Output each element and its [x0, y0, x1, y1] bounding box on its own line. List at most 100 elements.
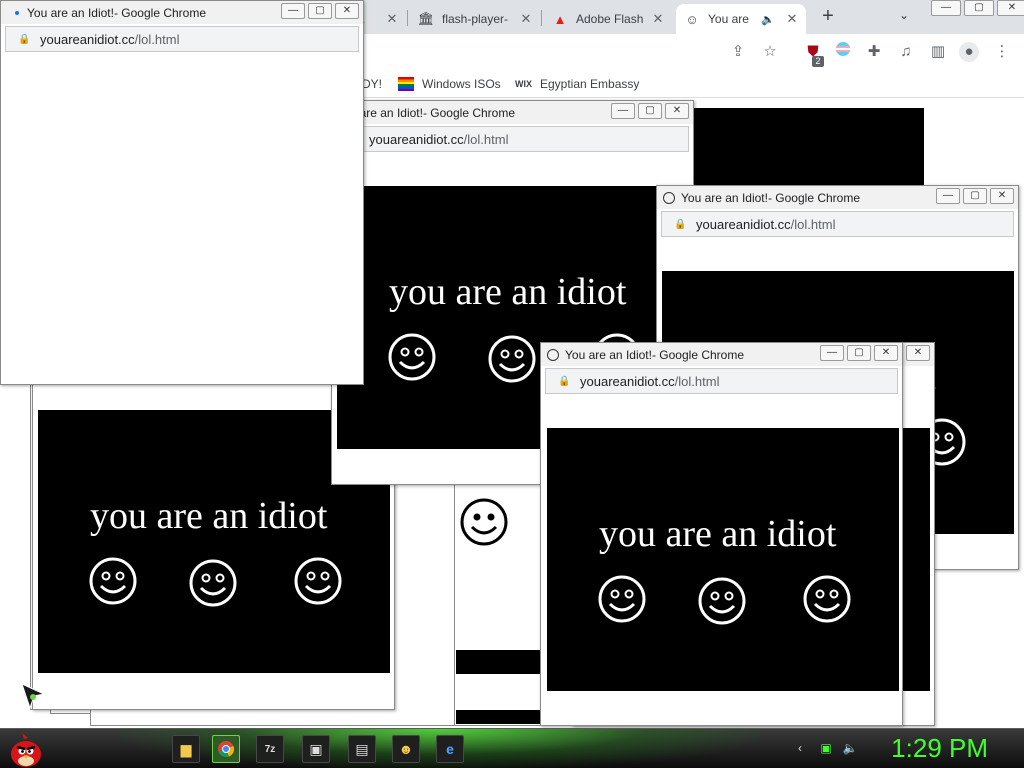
- url-path: /lol.html: [790, 216, 836, 232]
- close-icon[interactable]: ✕: [384, 11, 400, 27]
- chevron-left-icon[interactable]: ‹: [792, 741, 808, 757]
- smiley-icon: [547, 348, 559, 361]
- network-icon[interactable]: ▣: [818, 741, 834, 757]
- emoji-icon[interactable]: ☻: [392, 735, 420, 763]
- maximize-button[interactable]: ▢: [963, 188, 987, 204]
- popup-title: You are an Idiot!: [27, 5, 114, 20]
- tab-separator: [407, 10, 408, 26]
- desktop: ata ✕ 🏛 flash-player- ✕ ▲ Adobe Flash ✕ …: [0, 0, 1024, 768]
- close-icon[interactable]: ✕: [518, 11, 534, 27]
- bookmark-partial[interactable]: DY!: [362, 77, 382, 91]
- close-icon[interactable]: ✕: [784, 11, 800, 27]
- puzzle-icon[interactable]: ✚: [864, 42, 884, 62]
- popup-title: You are an Idiot!: [565, 347, 652, 362]
- idiot-message: you are an idiot: [599, 513, 837, 555]
- close-button[interactable]: ✕: [990, 188, 1014, 204]
- main-window-controls: — ▢ ✕: [928, 0, 1024, 16]
- close-button[interactable]: ✕: [665, 103, 689, 119]
- idiot-message: you are an idiot: [389, 271, 627, 313]
- popup-address-bar[interactable]: youareanidiot.cc/lol.html: [362, 126, 689, 152]
- smiley-icon: ☺: [685, 11, 699, 27]
- lock-icon: 🔒: [674, 218, 687, 230]
- bookmark-label: DY!: [362, 77, 383, 91]
- minimize-button[interactable]: —: [931, 0, 961, 16]
- minimize-button[interactable]: —: [611, 103, 635, 119]
- popup-title-bar: You are an Idiot! - Google Chrome — ▢ ✕: [541, 343, 902, 366]
- tab-label: Adobe Flash: [576, 12, 644, 26]
- popup-page: you are an idiot: [547, 428, 899, 691]
- menu-icon[interactable]: ⋮: [992, 42, 1012, 62]
- share-icon[interactable]: ⇪: [728, 42, 748, 62]
- bookmark-egyptian-embassy[interactable]: WIX Egyptian Embassy: [515, 77, 639, 91]
- folder-icon[interactable]: ▆: [172, 735, 200, 763]
- smiley-icon: [803, 575, 851, 623]
- popup-body-fragment: [694, 108, 924, 188]
- extension-badge: 2: [812, 56, 824, 67]
- avatar[interactable]: ●: [959, 42, 979, 62]
- popup-address-bar[interactable]: 🔒 youareanidiot.cc/lol.html: [5, 26, 359, 52]
- tab-adobe-flash[interactable]: ▲ Adobe Flash ✕: [544, 4, 672, 34]
- url-domain: youareanidiot.cc: [580, 373, 675, 389]
- smiley-icon: [89, 557, 137, 605]
- lock-icon: 🔒: [18, 33, 31, 45]
- tab-label: You are: [708, 12, 749, 26]
- star-icon[interactable]: ☆: [760, 42, 780, 62]
- smiley-icon: [488, 335, 536, 383]
- minimize-button[interactable]: —: [281, 3, 305, 19]
- maximize-button[interactable]: ▢: [964, 0, 994, 16]
- maximize-button[interactable]: ▢: [638, 103, 662, 119]
- tab-you-are[interactable]: ☺ You are 🔈 ✕: [676, 4, 806, 34]
- idiot-message: you are an idiot: [90, 495, 328, 537]
- wix-icon: WIX: [515, 79, 532, 89]
- volume-icon[interactable]: 🔈: [842, 741, 858, 757]
- smiley-icon: [460, 498, 508, 546]
- smiley-icon: [388, 333, 436, 381]
- bookmark-windows-isos[interactable]: Windows ISOs: [398, 77, 501, 91]
- close-button[interactable]: ✕: [874, 345, 898, 361]
- close-button[interactable]: ✕: [997, 0, 1024, 16]
- 7zip-icon[interactable]: 7z: [256, 735, 284, 763]
- archive-icon: 🏛: [417, 11, 435, 26]
- sidepanel-icon[interactable]: ▥: [928, 42, 948, 62]
- trans-flag-icon[interactable]: [833, 42, 853, 62]
- maximize-button[interactable]: ▢: [308, 3, 332, 19]
- monitor-icon[interactable]: ▣: [302, 735, 330, 763]
- chrome-icon[interactable]: [212, 735, 240, 763]
- close-icon[interactable]: ✕: [650, 11, 666, 27]
- smiley-icon: [663, 191, 675, 204]
- bookmark-label: Windows ISOs: [422, 77, 501, 91]
- window-icon[interactable]: ▤: [348, 735, 376, 763]
- idiot-popup-top-left[interactable]: You are an Idiot! - Google Chrome — ▢ ✕ …: [0, 0, 364, 385]
- taskbar: ▆ 7z ▣ ▤ ☻ e ‹ ▣ 🔈 1:29 PM: [0, 728, 1024, 768]
- clock[interactable]: 1:29 PM: [891, 733, 988, 764]
- close-button[interactable]: ✕: [906, 345, 930, 361]
- idiot-popup-front[interactable]: You are an Idiot! - Google Chrome — ▢ ✕ …: [540, 342, 903, 726]
- tab-flash-player[interactable]: 🏛 flash-player- ✕: [410, 4, 540, 34]
- speaker-icon[interactable]: 🔈: [760, 11, 776, 27]
- smiley-icon: [698, 577, 746, 625]
- chevron-down-icon[interactable]: ⌄: [895, 8, 913, 26]
- url-path: /lol.html: [674, 373, 720, 389]
- popup-app-name: - Google Chrome: [113, 5, 207, 20]
- angry-bird-start-icon[interactable]: [6, 731, 46, 768]
- popup-app-name: - Google Chrome: [651, 347, 745, 362]
- rainbow-flag-icon: [398, 77, 414, 91]
- smiley-icon: [189, 559, 237, 607]
- popup-address-bar[interactable]: 🔒 youareanidiot.cc/lol.html: [661, 211, 1014, 237]
- lock-icon: 🔒: [558, 375, 571, 387]
- url-domain: youareanidiot.cc: [696, 216, 791, 232]
- popup-title: You are an Idiot!: [681, 190, 768, 205]
- close-button[interactable]: ✕: [335, 3, 359, 19]
- minimize-button[interactable]: —: [820, 345, 844, 361]
- media-icon[interactable]: ♫: [896, 42, 916, 62]
- new-tab-button[interactable]: +: [817, 6, 839, 28]
- url-domain: youareanidiot.cc: [369, 131, 464, 147]
- minimize-button[interactable]: —: [936, 188, 960, 204]
- popup-title-bar: You are an Idiot! - Google Chrome — ▢ ✕: [657, 186, 1018, 209]
- maximize-button[interactable]: ▢: [847, 345, 871, 361]
- tab-separator: [541, 10, 542, 26]
- popup-body-fragment: [456, 650, 544, 674]
- ie-icon[interactable]: e: [436, 735, 464, 763]
- popup-address-bar[interactable]: 🔒 youareanidiot.cc/lol.html: [545, 368, 898, 394]
- bookmark-label: Egyptian Embassy: [540, 77, 640, 91]
